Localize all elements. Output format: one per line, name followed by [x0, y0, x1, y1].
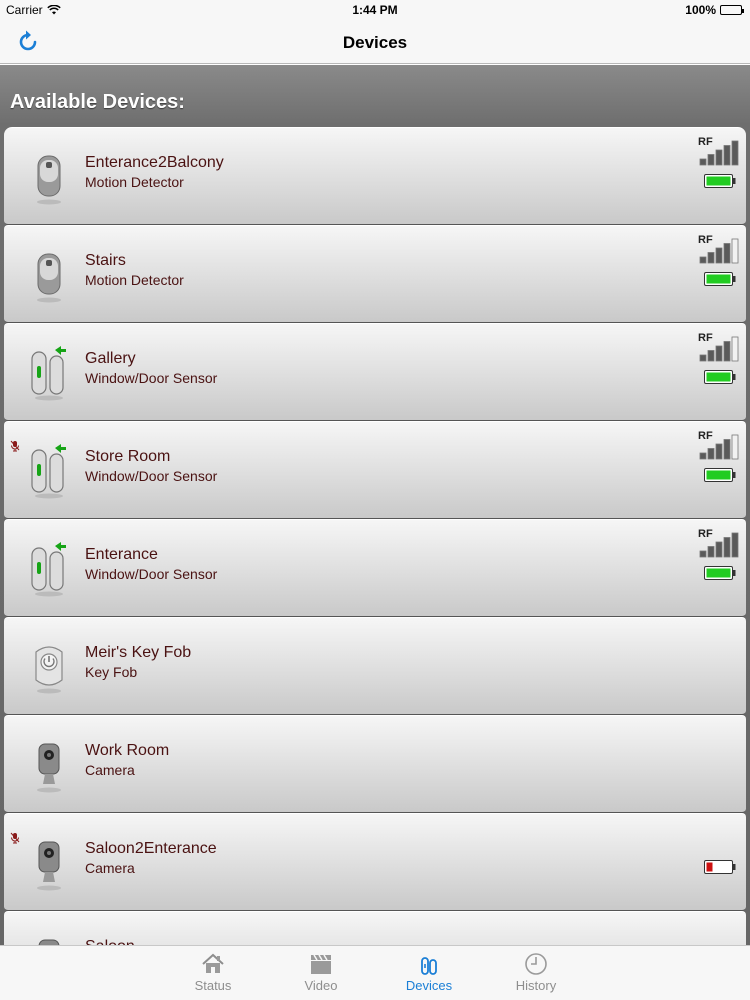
battery-low-icon [704, 860, 736, 874]
device-type: Window/Door Sensor [85, 468, 218, 484]
device-name: Gallery [85, 350, 136, 367]
door-sensor-icon [24, 444, 74, 500]
navigation-bar: Devices [0, 20, 750, 64]
device-row[interactable]: Saloon2Enterance Camera [4, 813, 746, 911]
device-name: Work Room [85, 742, 170, 759]
device-name: Saloon2Enterance [85, 840, 217, 857]
rf-signal: RF [698, 430, 740, 460]
battery-full-icon [704, 272, 736, 286]
device-name: Enterance2Balcony [85, 154, 224, 171]
section-title: Available Devices: [10, 91, 185, 113]
battery-full-icon [704, 566, 736, 580]
signal-bars-icon [699, 532, 739, 558]
device-name: Saloon [85, 938, 135, 945]
devices-content[interactable]: Available Devices: Enterance2Balcony Moti… [0, 65, 750, 945]
device-row[interactable]: Store Room Window/Door Sensor RF [4, 421, 746, 519]
signal-bars-icon [699, 140, 739, 166]
device-type: Camera [85, 762, 135, 778]
battery-full-icon [704, 174, 736, 188]
status-time: 1:44 PM [352, 3, 398, 17]
device-row[interactable]: Work Room Camera [4, 715, 746, 813]
signal-bars-icon [699, 336, 739, 362]
rf-signal: RF [698, 332, 740, 362]
page-title: Devices [342, 33, 408, 52]
tab-label: History [515, 978, 557, 993]
signal-bars-icon [699, 434, 739, 460]
camera-icon [24, 934, 74, 945]
motion-detector-icon [24, 248, 74, 304]
home-icon [202, 953, 224, 973]
clock-icon [525, 953, 547, 975]
camera-icon [24, 836, 74, 892]
device-row[interactable]: Stairs Motion Detector RF [4, 225, 746, 323]
key-fob-icon [24, 640, 74, 696]
tab-bar: Status Video Devices History [0, 945, 750, 1000]
signal-bars-icon [699, 238, 739, 264]
mute-icon [10, 440, 20, 452]
device-row[interactable]: Enterance Window/Door Sensor RF [4, 519, 746, 617]
motion-detector-icon [24, 150, 74, 206]
device-type: Motion Detector [85, 174, 184, 190]
tab-devices[interactable]: Devices [389, 952, 469, 993]
status-battery: 100% [685, 3, 744, 17]
tab-status[interactable]: Status [173, 952, 253, 993]
battery-percent: 100% [685, 3, 716, 17]
device-name: Meir's Key Fob [85, 644, 192, 661]
door-sensor-icon [24, 346, 74, 402]
battery-full-icon [704, 370, 736, 384]
device-type: Window/Door Sensor [85, 566, 218, 582]
device-row[interactable]: Gallery Window/Door Sensor RF [4, 323, 746, 421]
tab-label: Status [194, 978, 232, 993]
device-name: Store Room [85, 448, 171, 465]
device-row[interactable]: Meir's Key Fob Key Fob [4, 617, 746, 715]
status-bar: Carrier 1:44 PM 100% [0, 0, 750, 20]
device-name: Enterance [85, 546, 158, 563]
devices-icon [421, 957, 437, 975]
device-type: Window/Door Sensor [85, 370, 218, 386]
rf-signal: RF [698, 528, 740, 558]
device-row[interactable]: Enterance2Balcony Motion Detector RF [4, 127, 746, 225]
device-list: Enterance2Balcony Motion Detector RF Stairs… [4, 127, 746, 945]
device-type: Key Fob [85, 664, 138, 680]
camera-icon [24, 738, 74, 794]
rf-signal: RF [698, 136, 740, 166]
mute-icon [10, 832, 20, 844]
tab-video[interactable]: Video [281, 952, 361, 993]
rf-signal: RF [698, 234, 740, 264]
tab-label: Devices [405, 978, 453, 993]
battery-full-icon [704, 468, 736, 482]
device-type: Motion Detector [85, 272, 184, 288]
tab-history[interactable]: History [496, 952, 576, 993]
device-row[interactable]: SaloonCamera [4, 911, 746, 945]
door-sensor-icon [24, 542, 74, 598]
device-type: Camera [85, 860, 135, 876]
battery-icon [720, 5, 744, 15]
clapperboard-icon [311, 954, 331, 974]
tab-label: Video [304, 978, 338, 993]
device-name: Stairs [85, 252, 126, 269]
